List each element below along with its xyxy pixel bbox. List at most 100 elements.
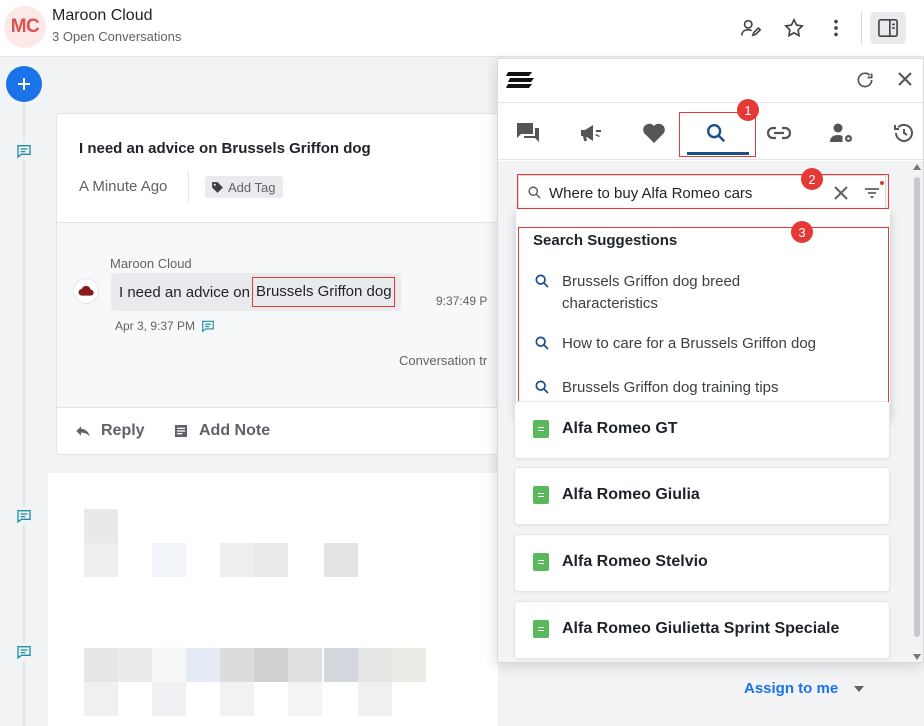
add-tag-label: Add Tag	[228, 179, 276, 195]
side-panel-toggle-button[interactable]	[870, 12, 906, 44]
user-gear-icon	[830, 123, 852, 142]
megaphone-icon	[581, 125, 601, 141]
annotation-badge-1: 1	[737, 99, 759, 121]
blurred-block	[152, 543, 186, 577]
scroll-down-icon	[913, 654, 921, 660]
tab-links[interactable]	[764, 118, 794, 148]
message-time: 9:37:49 P	[436, 294, 488, 308]
add-note-button[interactable]: Add Note	[173, 422, 270, 440]
search-result[interactable]: Alfa Romeo GT	[514, 401, 890, 459]
page-title: Maroon Cloud	[52, 7, 153, 24]
annotation-badge-3: 3	[791, 221, 813, 243]
more-vertical-icon[interactable]	[824, 16, 848, 40]
blurred-block	[288, 648, 322, 682]
refresh-icon[interactable]	[855, 70, 875, 95]
blurred-block	[220, 543, 254, 577]
search-result[interactable]: Alfa Romeo Giulia	[514, 467, 890, 525]
star-icon[interactable]	[782, 16, 806, 40]
chat-bubbles-icon	[517, 123, 539, 142]
divider	[188, 172, 189, 202]
message-date-text: Apr 3, 9:37 PM	[115, 319, 196, 333]
comment-icon	[202, 320, 214, 333]
annotation-box-3	[518, 227, 889, 407]
open-conversations-count: 3 Open Conversations	[52, 29, 182, 44]
document-icon	[533, 553, 549, 571]
blurred-block	[358, 648, 392, 682]
blurred-block	[288, 682, 322, 716]
comment-icon	[15, 643, 33, 661]
tab-user-settings[interactable]	[827, 118, 857, 148]
annotation-box-2	[517, 174, 889, 209]
reply-label: Reply	[101, 422, 145, 439]
blurred-block	[392, 648, 426, 682]
highlighted-text: Brussels Griffon dog	[251, 277, 395, 307]
document-icon	[533, 420, 549, 438]
result-title: Alfa Romeo GT	[562, 420, 678, 437]
heart-icon	[643, 123, 665, 143]
blurred-block	[118, 648, 152, 682]
tab-announcements[interactable]	[576, 118, 606, 148]
scroll-thumb[interactable]	[914, 177, 920, 637]
conversation-card: I need an advice on Brussels Griffon dog…	[56, 113, 516, 455]
top-bar: MC Maroon Cloud 3 Open Conversations	[0, 0, 924, 57]
message-thread: Maroon Cloud I need an advice on Brussel…	[57, 222, 515, 408]
assign-edit-icon[interactable]	[739, 16, 763, 40]
comment-icon	[15, 142, 33, 160]
reply-icon	[76, 426, 90, 437]
blurred-block	[358, 682, 392, 716]
avatar: MC	[4, 6, 46, 48]
panel-header	[498, 59, 923, 103]
close-icon[interactable]	[896, 70, 914, 93]
blurred-block	[254, 648, 288, 682]
card-actions: Reply Add Note	[57, 409, 515, 454]
document-icon	[533, 620, 549, 638]
tab-favorites[interactable]	[639, 118, 669, 148]
reply-button[interactable]: Reply	[75, 422, 145, 440]
cloud-avatar-icon	[73, 278, 99, 304]
scroll-up-icon	[913, 164, 921, 170]
plus-icon	[18, 78, 30, 90]
assign-to-me-button[interactable]: Assign to me	[744, 680, 865, 697]
transfer-notice: Conversation tr	[399, 353, 488, 368]
new-conversation-button[interactable]	[6, 66, 42, 102]
blurred-block	[84, 543, 118, 577]
comment-icon	[15, 507, 33, 525]
blurred-block	[84, 509, 118, 543]
knowledge-side-panel: 1 Search Suggestions Brussels Griffon do…	[497, 58, 924, 663]
annotation-badge-2: 2	[801, 168, 823, 190]
tag-icon	[212, 181, 223, 193]
add-tag-button[interactable]: Add Tag	[205, 176, 284, 198]
add-note-label: Add Note	[199, 422, 271, 439]
side-panel-icon	[878, 19, 898, 37]
conversation-time: A Minute Ago	[79, 178, 168, 195]
blurred-block	[324, 543, 358, 577]
tab-conversations[interactable]	[513, 118, 543, 148]
message-text: I need an advice on	[119, 283, 250, 301]
message-date: Apr 3, 9:37 PM	[115, 319, 215, 333]
blurred-block	[84, 648, 118, 682]
link-icon	[766, 126, 792, 140]
blurred-block	[152, 682, 186, 716]
tab-history[interactable]	[889, 118, 919, 148]
search-tab-content: Search Suggestions Brussels Griffon dog …	[498, 161, 923, 662]
conversation-title: I need an advice on Brussels Griffon dog	[79, 140, 371, 157]
message-author: Maroon Cloud	[110, 256, 192, 271]
blurred-conversation	[48, 473, 498, 726]
app-logo-icon	[506, 68, 534, 97]
search-result[interactable]: Alfa Romeo Giulietta Sprint Speciale	[514, 601, 890, 659]
search-result[interactable]: Alfa Romeo Stelvio	[514, 534, 890, 592]
document-icon	[533, 486, 549, 504]
caret-down-icon	[854, 685, 865, 692]
result-title: Alfa Romeo Stelvio	[562, 553, 708, 570]
note-icon	[175, 425, 187, 437]
blurred-block	[220, 682, 254, 716]
result-title: Alfa Romeo Giulietta Sprint Speciale	[562, 620, 840, 637]
message-bubble: I need an advice on Brussels Griffon dog	[111, 273, 401, 311]
blurred-block	[324, 648, 358, 682]
blurred-block	[220, 648, 254, 682]
history-icon	[894, 123, 913, 142]
blurred-block	[254, 543, 288, 577]
blurred-block	[84, 682, 118, 716]
panel-scrollbar[interactable]	[911, 161, 923, 662]
assign-to-me-label: Assign to me	[744, 680, 839, 697]
